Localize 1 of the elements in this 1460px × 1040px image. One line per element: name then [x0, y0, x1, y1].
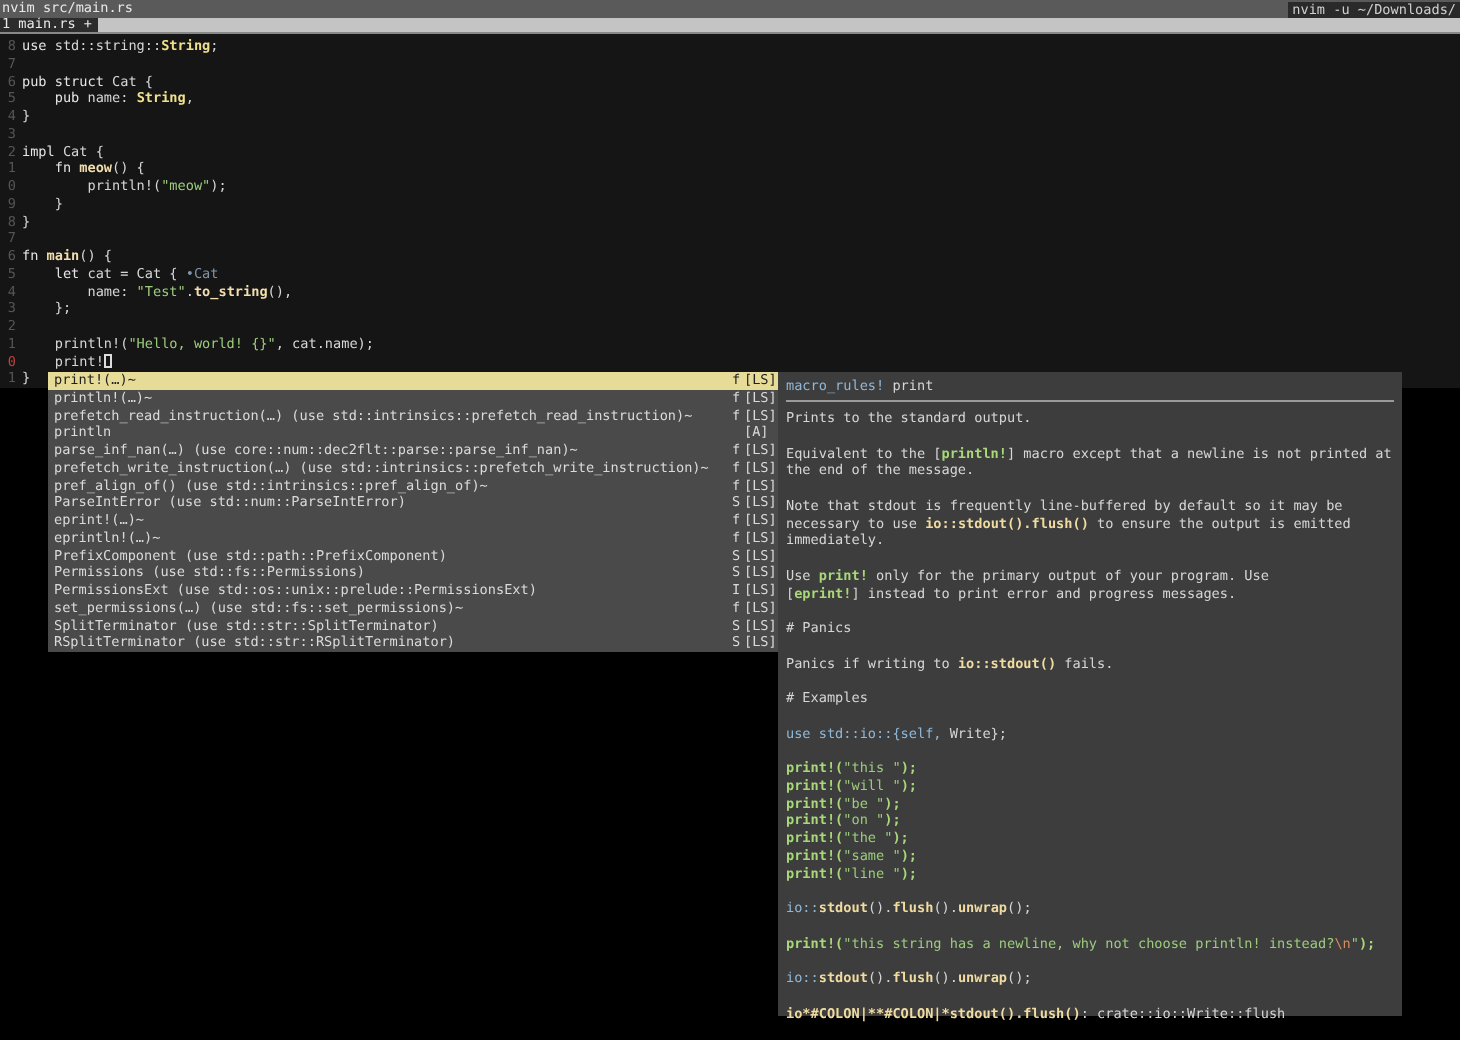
text-cursor — [103, 354, 112, 369]
